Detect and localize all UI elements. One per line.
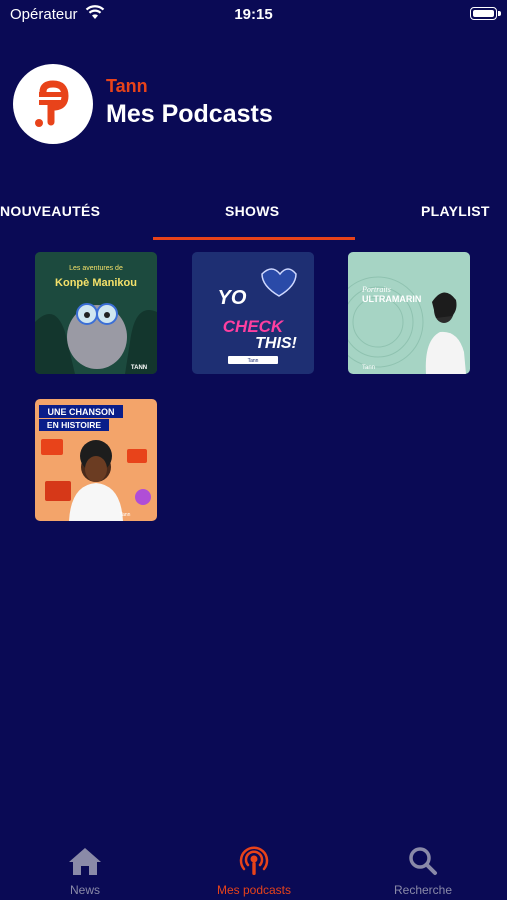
- tab-active-indicator: [153, 237, 355, 240]
- ultramarin-cover: Portraits ULTRAMARIN Tann: [348, 252, 470, 374]
- svg-text:THIS!: THIS!: [255, 335, 297, 352]
- bottom-nav: News Mes podcasts Recherche: [0, 840, 507, 900]
- ultramarin-brand: Tann: [362, 365, 375, 371]
- page-title: Mes Podcasts: [106, 100, 273, 128]
- svg-text:CHECK: CHECK: [223, 317, 285, 336]
- podcast-icon: [239, 846, 269, 875]
- nav-item-mes-podcasts[interactable]: Mes podcasts: [194, 846, 314, 897]
- nav-label-mes-podcasts: Mes podcasts: [216, 883, 292, 897]
- home-icon: [69, 848, 101, 875]
- status-bar: Opérateur 19:15: [0, 0, 507, 30]
- yo-check-this-cover: YO CHECK THIS! Tann: [192, 252, 314, 374]
- tab-nouveautes[interactable]: NOUVEAUTÉS: [0, 203, 100, 219]
- tab-playlist[interactable]: PLAYLIST: [421, 203, 490, 219]
- brand-label: Tann: [106, 76, 148, 96]
- show-tile-ultramarin[interactable]: Portraits ULTRAMARIN Tann: [348, 252, 470, 374]
- app-screen: Opérateur 19:15 Tann Mes Podcasts NOUVEA…: [0, 0, 507, 900]
- une-chanson-title-main: EN HISTOIRE: [47, 420, 101, 430]
- nav-item-news[interactable]: News: [25, 846, 145, 897]
- konpe-manikou-subtitle: Les aventures de: [69, 265, 123, 272]
- nav-item-recherche[interactable]: Recherche: [363, 846, 483, 897]
- nav-label-news: News: [69, 883, 100, 897]
- svg-text:YO: YO: [218, 287, 247, 309]
- tab-bar: NOUVEAUTÉS SHOWS PLAYLIST: [0, 203, 507, 243]
- une-chanson-brand: Tann: [120, 512, 131, 518]
- clock: 19:15: [234, 6, 273, 23]
- une-chanson-title-top: UNE CHANSON: [47, 407, 114, 417]
- tann-logo-icon: [35, 80, 69, 127]
- battery-icon: [470, 7, 501, 20]
- search-icon: [409, 847, 437, 875]
- ultramarin-title: ULTRAMARIN: [362, 294, 421, 304]
- tab-shows[interactable]: SHOWS: [225, 203, 279, 219]
- show-tile-une-chanson-en-histoire[interactable]: UNE CHANSON EN HISTOIRE Tann: [35, 399, 157, 521]
- konpe-manikou-cover: Les aventures de Konpè Manikou TANN: [35, 252, 157, 374]
- konpe-manikou-title: Konpè Manikou: [55, 277, 137, 289]
- tann-logo: [13, 64, 93, 144]
- konpe-manikou-brand: TANN: [131, 365, 147, 371]
- show-tile-konpe-manikou[interactable]: Les aventures de Konpè Manikou TANN: [35, 252, 157, 374]
- show-tile-yo-check-this[interactable]: YO CHECK THIS! Tann: [192, 252, 314, 374]
- yo-check-this-brand: Tann: [248, 358, 259, 364]
- ultramarin-subtitle: Portraits: [361, 285, 391, 294]
- une-chanson-en-histoire-cover: UNE CHANSON EN HISTOIRE Tann: [35, 399, 157, 521]
- nav-label-recherche: Recherche: [393, 883, 453, 897]
